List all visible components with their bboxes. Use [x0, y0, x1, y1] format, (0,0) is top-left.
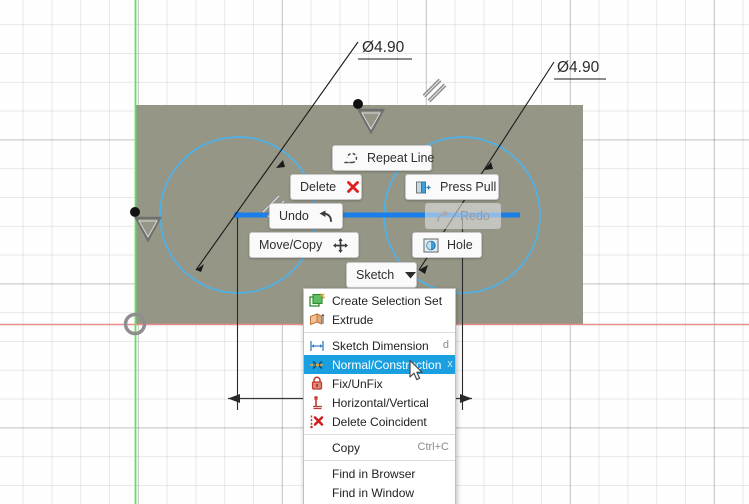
- marking-menu-undo[interactable]: Undo: [269, 203, 343, 229]
- marking-menu-redo[interactable]: Redo: [425, 203, 501, 229]
- context-menu-separator: [304, 332, 455, 333]
- lock-icon: [308, 376, 326, 392]
- marking-menu-delete[interactable]: Delete: [290, 174, 362, 200]
- context-menu-item-fix-unfix[interactable]: Fix/UnFix: [304, 374, 455, 393]
- context-menu-label: Find in Window: [332, 485, 415, 500]
- marking-menu-label: Delete: [300, 179, 337, 194]
- marking-menu-label: Move/Copy: [259, 237, 323, 252]
- parallel-constraint-glyph-top: [422, 78, 447, 103]
- context-menu-label: Find in Browser: [332, 466, 416, 481]
- sketch-point-left: [130, 207, 140, 217]
- context-menu-separator: [304, 460, 455, 461]
- context-menu-shortcut: Ctrl+C: [417, 441, 449, 453]
- context-menu-item-horizontal-vertical[interactable]: Horizontal/Vertical: [304, 393, 455, 412]
- delete-coincident-icon: [308, 414, 326, 430]
- construction-icon: [308, 357, 326, 373]
- context-menu-item-sketch-dimension[interactable]: Sketch Dimension d: [304, 336, 455, 355]
- context-menu-separator: [304, 434, 455, 435]
- context-menu-shortcut: d: [442, 339, 449, 351]
- context-menu-item-delete-coincident[interactable]: Delete Coincident: [304, 412, 455, 431]
- context-menu-item-create-selection-set[interactable]: Create Selection Set: [304, 291, 455, 310]
- marking-menu-move-copy[interactable]: Move/Copy: [249, 232, 359, 258]
- context-menu-shortcut: x: [447, 358, 453, 370]
- marking-menu-label: Press Pull: [440, 179, 497, 194]
- context-menu-label: Copy: [332, 440, 361, 455]
- marking-menu-label: Sketch: [356, 267, 395, 282]
- selection-set-icon: [308, 293, 326, 309]
- cad-canvas[interactable]: Ø4.90 Ø4.90 Repeat Line Delete Press Pul…: [0, 0, 749, 504]
- context-menu-item-find-in-window[interactable]: Find in Window: [304, 483, 455, 502]
- marking-menu-repeat-line[interactable]: Repeat Line: [332, 145, 435, 171]
- sketch-point-top: [353, 99, 363, 109]
- dim-arrow-left: [228, 394, 240, 403]
- horizontal-vertical-icon: [308, 395, 326, 411]
- mouse-cursor: [409, 360, 423, 381]
- context-menu-item-copy[interactable]: Copy Ctrl+C: [304, 438, 455, 457]
- context-menu-item-normal-construction[interactable]: Normal/Construction x: [304, 355, 455, 374]
- context-menu-label: Extrude: [332, 312, 374, 327]
- dimension-text-right: Ø4.90: [557, 59, 600, 76]
- context-menu-label: Horizontal/Vertical: [332, 395, 429, 410]
- press-pull-icon: [415, 180, 432, 195]
- marking-menu-hole[interactable]: Hole: [412, 232, 482, 258]
- context-menu-item-find-in-browser[interactable]: Find in Browser: [304, 464, 455, 483]
- redo-arrow-icon: [435, 209, 452, 224]
- context-menu-label: Sketch Dimension: [332, 338, 429, 353]
- repeat-line-icon: [342, 151, 359, 166]
- context-menu-label: Delete Coincident: [332, 414, 427, 429]
- move-copy-icon: [332, 237, 349, 253]
- marking-menu-label: Repeat Line: [367, 150, 435, 165]
- dimension-text-left: Ø4.90: [362, 39, 405, 56]
- context-menu-label: Create Selection Set: [332, 293, 443, 308]
- context-menu-item-extrude[interactable]: Extrude: [304, 310, 455, 329]
- context-menu[interactable]: Create Selection Set Extrude Sketch Dime…: [303, 288, 456, 504]
- marking-menu-label: Undo: [279, 208, 309, 223]
- dim-arrow-right: [460, 394, 472, 403]
- marking-menu-press-pull[interactable]: Press Pull: [405, 174, 499, 200]
- marking-menu-sketch[interactable]: Sketch: [346, 262, 417, 288]
- hole-icon: [422, 237, 439, 253]
- extrude-icon: [308, 312, 326, 328]
- chevron-down-icon: [402, 268, 419, 283]
- delete-x-icon: [344, 180, 361, 195]
- dimension-icon: [308, 338, 326, 354]
- marking-menu-label: Hole: [447, 237, 473, 252]
- undo-arrow-icon: [317, 209, 334, 224]
- marking-menu-label: Redo: [460, 208, 490, 223]
